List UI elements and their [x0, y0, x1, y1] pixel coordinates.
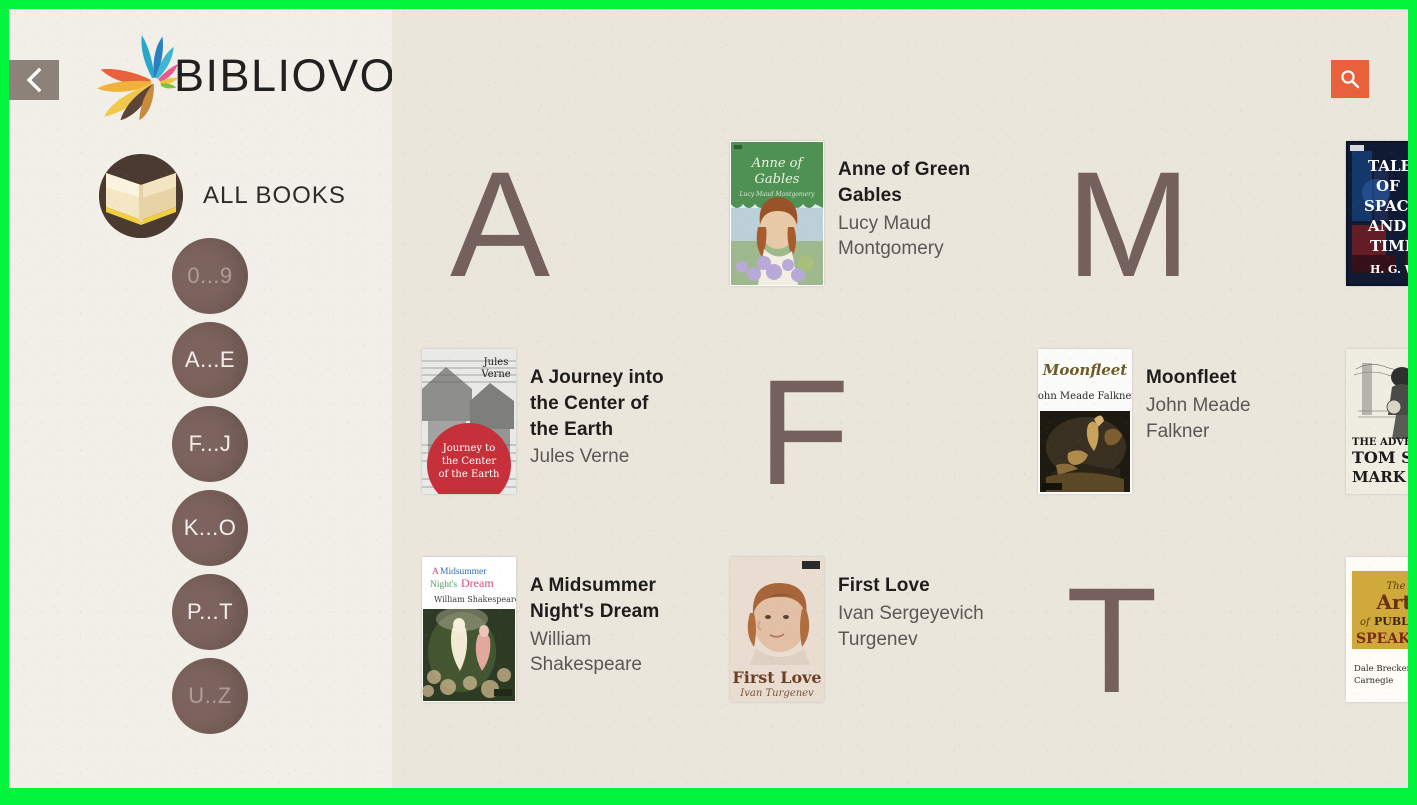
svg-text:Verne: Verne [480, 369, 510, 380]
svg-text:Carnegie: Carnegie [1354, 676, 1393, 686]
book-cell: THE ADVENTURES OF TOM SAWYER MARK TWAIN … [1346, 349, 1408, 557]
book-item[interactable]: A Midsummer Night's Dream William Shakes… [422, 557, 680, 702]
svg-text:SPACE: SPACE [1364, 197, 1408, 215]
svg-text:SPEAKING: SPEAKING [1356, 631, 1408, 647]
book-cover-image: First Love Ivan Turgenev [730, 557, 824, 702]
book-item[interactable]: Anne of Gables Lucy Maud Montgomery Anne… [730, 141, 988, 286]
section-letter-f: F [730, 349, 1038, 557]
book-meta: A Journey into the Center of the Earth Ju… [530, 349, 680, 470]
main-content: A Anne of Gables Lucy Maud Montgomery An… [392, 9, 1408, 788]
book-author: Ivan Sergeyevich Turgenev [838, 602, 984, 650]
letter-group-ae[interactable]: A...E [172, 322, 248, 398]
svg-text:TOM SAWYER: TOM SAWYER [1352, 448, 1408, 467]
svg-text:Ivan Turgenev: Ivan Turgenev [739, 688, 814, 699]
book-cell: Jules Verne Journey to the Center of the… [422, 349, 730, 557]
book-item[interactable]: The Art of PUBLIC SPEAKING Dale Breckenr… [1346, 557, 1408, 702]
letter-group-pt[interactable]: P...T [172, 574, 248, 650]
letter-group-ko[interactable]: K...O [172, 490, 248, 566]
book-cell: The Art of PUBLIC SPEAKING Dale Breckenr… [1346, 557, 1408, 765]
book-author: Lucy Maud Montgomery [838, 212, 944, 260]
book-title: First Love [838, 575, 930, 596]
chevron-left-icon [26, 67, 42, 93]
book-cover-image: TALES OF SPACE AND TIME H. G. WELLS [1346, 141, 1408, 286]
svg-text:the Center: the Center [442, 456, 497, 467]
svg-text:OF: OF [1376, 177, 1400, 195]
section-letter-label: A [450, 140, 550, 308]
book-author: John Meade Falkner [1146, 394, 1251, 442]
book-item[interactable]: THE ADVENTURES OF TOM SAWYER MARK TWAIN … [1346, 349, 1408, 494]
svg-text:Jules: Jules [483, 357, 509, 368]
svg-text:AND: AND [1367, 217, 1406, 235]
letter-group-nav: 0...9 A...E F...J K...O P...T U..Z [172, 238, 248, 734]
sidebar-item-all-books[interactable]: ALL BOOKS [99, 154, 346, 238]
book-grid: A Anne of Gables Lucy Maud Montgomery An… [392, 141, 1408, 765]
svg-text:PUBLIC: PUBLIC [1374, 615, 1408, 628]
back-button[interactable] [9, 60, 59, 100]
svg-text:Dale Breckenridge: Dale Breckenridge [1354, 664, 1408, 674]
letter-group-uz[interactable]: U..Z [172, 658, 248, 734]
book-title: A Midsummer Night's Dream [530, 575, 660, 622]
svg-text:Journey to: Journey to [442, 443, 495, 454]
book-meta: Anne of Green Gables Lucy Maud Montgomery [838, 141, 988, 262]
svg-text:TALES: TALES [1368, 157, 1408, 175]
book-item[interactable]: TALES OF SPACE AND TIME H. G. WELLS Tale… [1346, 141, 1408, 286]
app-window: BIBLIOVORE ALL BOOKS 0...9 A...E F...J K… [9, 9, 1408, 788]
letter-group-09[interactable]: 0...9 [172, 238, 248, 314]
book-title: Moonfleet [1146, 367, 1237, 388]
sidebar-item-all-books-label: ALL BOOKS [203, 182, 346, 209]
svg-text:TIME: TIME [1370, 237, 1408, 255]
book-item[interactable]: Jules Verne Journey to the Center of the… [422, 349, 680, 494]
svg-text:of the Earth: of the Earth [439, 469, 501, 480]
bibliovore-logo-icon [97, 35, 178, 121]
book-meta: Moonfleet John Meade Falkner [1146, 349, 1296, 444]
svg-text:A: A [432, 567, 439, 577]
section-letter-m: M [1038, 141, 1346, 349]
book-cover-image: A Midsummer Night's Dream William Shakes… [422, 557, 516, 702]
letter-group-fj[interactable]: F...J [172, 406, 248, 482]
svg-text:THE ADVENTURES OF: THE ADVENTURES OF [1352, 437, 1408, 448]
section-letter-label: M [1066, 140, 1191, 308]
svg-text:H. G. WELLS: H. G. WELLS [1370, 263, 1408, 276]
section-letter-label: T [1066, 556, 1158, 724]
svg-text:Moonfleet: Moonfleet [1042, 361, 1128, 379]
svg-text:Night's: Night's [430, 580, 457, 590]
sidebar: BIBLIOVORE ALL BOOKS 0...9 A...E F...J K… [9, 9, 460, 788]
book-cover-image: The Art of PUBLIC SPEAKING Dale Breckenr… [1346, 557, 1408, 702]
book-meta: A Midsummer Night's Dream William Shakesp… [530, 557, 680, 678]
book-cell: Anne of Gables Lucy Maud Montgomery Anne… [730, 141, 1038, 349]
search-icon [1341, 70, 1360, 89]
book-cover-image: THE ADVENTURES OF TOM SAWYER MARK TWAIN [1346, 349, 1408, 494]
book-item[interactable]: First Love Ivan Turgenev First Love Ivan … [730, 557, 988, 702]
book-title: A Journey into the Center of the Earth [530, 367, 664, 440]
open-book-icon [99, 154, 183, 238]
svg-text:Art: Art [1375, 590, 1408, 614]
svg-text:MARK TWAIN: MARK TWAIN [1352, 468, 1408, 486]
book-cover-image: Jules Verne Journey to the Center of the… [422, 349, 516, 494]
section-letter-a: A [422, 141, 730, 349]
book-item[interactable]: Moonfleet John Meade Falkner Moonfleet Jo… [1038, 349, 1296, 494]
svg-text:Lucy Maud Montgomery: Lucy Maud Montgomery [739, 191, 815, 198]
book-cell: Moonfleet John Meade Falkner Moonfleet Jo… [1038, 349, 1346, 557]
svg-text:John Meade Falkner: John Meade Falkner [1038, 391, 1132, 402]
book-cell: First Love Ivan Turgenev First Love Ivan … [730, 557, 1038, 765]
book-author: Jules Verne [530, 446, 630, 468]
svg-text:First Love: First Love [732, 668, 821, 687]
book-meta: First Love Ivan Sergeyevich Turgenev [838, 557, 988, 652]
search-button[interactable] [1331, 60, 1369, 98]
book-title: Anne of Green Gables [838, 159, 971, 206]
svg-text:Gables: Gables [755, 172, 800, 187]
svg-text:Dream: Dream [461, 576, 494, 590]
book-cover-image: Moonfleet John Meade Falkner [1038, 349, 1132, 494]
book-cover-image: Anne of Gables Lucy Maud Montgomery [730, 141, 824, 286]
book-cell: TALES OF SPACE AND TIME H. G. WELLS Tale… [1346, 141, 1408, 349]
svg-text:William Shakespeare: William Shakespeare [434, 595, 516, 604]
section-letter-t: T [1038, 557, 1346, 765]
svg-text:Anne of: Anne of [751, 156, 805, 171]
book-author: William Shakespeare [530, 628, 642, 676]
section-letter-label: F [758, 348, 850, 516]
book-cell: A Midsummer Night's Dream William Shakes… [422, 557, 730, 765]
